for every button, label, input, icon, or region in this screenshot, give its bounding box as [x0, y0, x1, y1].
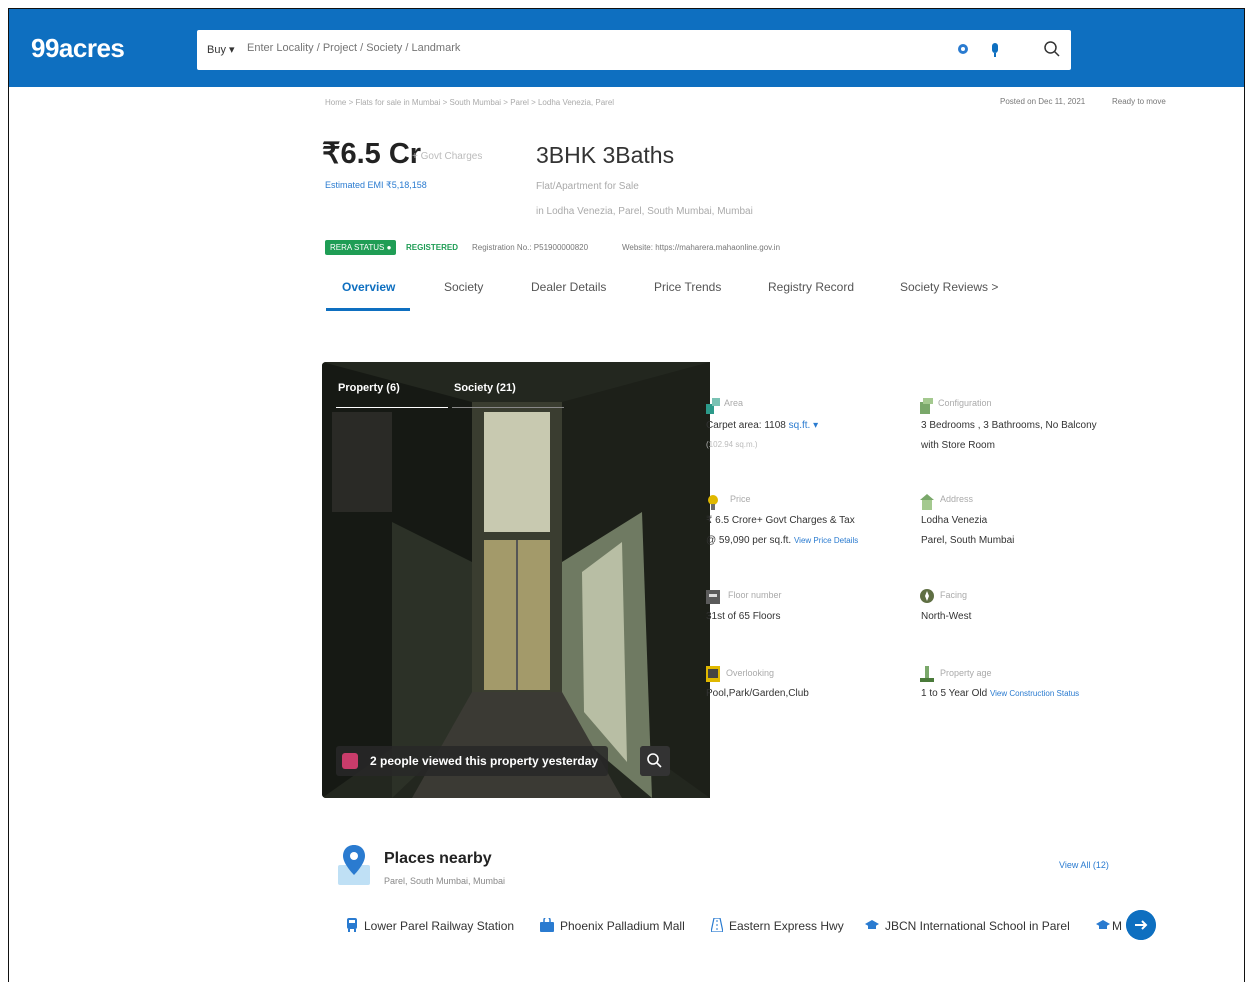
- place-chip-label: M: [1112, 919, 1122, 933]
- listing-type: Flat/Apartment for Sale: [536, 181, 639, 192]
- place-chip-mall[interactable]: Phoenix Palladium Mall: [540, 918, 685, 933]
- place-chip-label: Lower Parel Railway Station: [364, 919, 515, 933]
- property-age-icon: [920, 666, 934, 682]
- rera-registered: REGISTERED: [406, 243, 459, 252]
- map-pin-icon: [338, 845, 370, 885]
- carpet-area: Carpet area: 1108: [706, 420, 786, 431]
- gallery-tab-society[interactable]: Society (21): [454, 382, 516, 394]
- construction-status-link[interactable]: View Construction Status: [990, 689, 1079, 698]
- address-label: Address: [940, 494, 974, 504]
- price-per-sqft: @ 59,090 per sq.ft.: [706, 535, 792, 546]
- rera-status-badge[interactable]: RERA STATUS ●: [325, 240, 397, 255]
- possession-status: Ready to move: [1112, 97, 1166, 106]
- price-label: Price: [730, 494, 751, 504]
- place-chip-railway[interactable]: Lower Parel Railway Station: [346, 918, 514, 933]
- place-chip-label: JBCN International School in Parel: [885, 919, 1070, 933]
- floor-value: 31st of 65 Floors: [706, 611, 781, 622]
- train-icon: [347, 918, 357, 932]
- address-icon: [920, 494, 934, 510]
- price-icon: [708, 495, 718, 510]
- price-note: + Govt Charges: [412, 151, 483, 162]
- graduation-cap-icon: [1096, 920, 1110, 929]
- area-icon: [706, 398, 720, 414]
- shopping-bag-icon: [540, 918, 554, 932]
- gallery-tab-property[interactable]: Property (6): [338, 382, 400, 394]
- property-photo[interactable]: [322, 362, 710, 798]
- listing-price: ₹6.5 Cr: [322, 138, 422, 170]
- address-value-line2: Parel, South Mumbai: [921, 535, 1015, 546]
- emi-link[interactable]: Estimated EMI ₹5,18,158: [325, 180, 427, 191]
- gallery-tab-divider: [452, 407, 564, 408]
- property-age-label: Property age: [940, 668, 992, 678]
- tab-registry-record[interactable]: Registry Record: [768, 280, 854, 294]
- area-sqm: (102.94 sq.m.): [706, 440, 758, 449]
- area-label: Area: [724, 398, 744, 408]
- facing-label: Facing: [940, 590, 968, 600]
- tab-dealer-details[interactable]: Dealer Details: [531, 280, 606, 294]
- tab-price-trends[interactable]: Price Trends: [654, 280, 721, 294]
- rera-website[interactable]: Website: https://maharera.mahaonline.gov…: [622, 243, 780, 252]
- search-icon[interactable]: [1043, 40, 1061, 58]
- area-unit-toggle[interactable]: sq.ft.: [789, 420, 811, 431]
- property-age-text: 1 to 5 Year Old: [921, 688, 988, 699]
- overlooking-label: Overlooking: [726, 668, 775, 678]
- buy-dropdown[interactable]: Buy ▾: [207, 43, 235, 56]
- photo-gallery[interactable]: Property (6) Society (21) 2 people viewe…: [322, 362, 710, 798]
- place-chip-more[interactable]: M: [1096, 918, 1122, 933]
- place-chip-school[interactable]: JBCN International School in Parel: [865, 918, 1070, 933]
- overlooking-icon: [706, 666, 720, 682]
- view-price-details-link[interactable]: View Price Details: [794, 536, 858, 545]
- place-chip-highway[interactable]: Eastern Express Hwy: [711, 918, 844, 933]
- rera-badge-label: RERA STATUS: [330, 243, 385, 252]
- tab-society-reviews[interactable]: Society Reviews >: [900, 280, 998, 294]
- facing-value: North-West: [921, 611, 972, 622]
- floor-icon: [706, 590, 720, 604]
- price-value-line2: @ 59,090 per sq.ft. View Price Details: [706, 535, 858, 546]
- posted-date: Posted on Dec 11, 2021: [1000, 97, 1086, 106]
- breadcrumb[interactable]: Home > Flats for sale in Mumbai > South …: [325, 98, 614, 107]
- listing-title: 3BHK 3Baths: [536, 142, 675, 168]
- site-logo[interactable]: 99acres: [31, 33, 125, 64]
- tab-overview[interactable]: Overview: [342, 280, 395, 294]
- rera-registration-number: Registration No.: P51900000820: [472, 243, 589, 252]
- active-tab-indicator: [326, 308, 410, 311]
- price-value-line1: ₹ 6.5 Crore+ Govt Charges & Tax: [706, 515, 855, 526]
- microphone-icon[interactable]: [989, 42, 1001, 58]
- compass-icon: [920, 589, 934, 603]
- tab-society[interactable]: Society: [444, 280, 483, 294]
- configuration-icon: [920, 398, 933, 414]
- top-navbar: 99acres Buy ▾: [9, 9, 1244, 87]
- view-all-places-link[interactable]: View All (12): [1059, 860, 1109, 870]
- search-input[interactable]: [245, 41, 849, 55]
- place-chip-label: Phoenix Palladium Mall: [560, 919, 685, 933]
- configuration-value-line1: 3 Bedrooms , 3 Bathrooms, No Balcony: [921, 420, 1097, 431]
- road-icon: [711, 918, 723, 932]
- overlooking-value: Pool,Park/Garden,Club: [706, 688, 809, 699]
- configuration-value-line2: with Store Room: [921, 440, 995, 451]
- place-chip-label: Eastern Express Hwy: [729, 919, 844, 933]
- configuration-label: Configuration: [938, 398, 992, 408]
- listing-location: in Lodha Venezia, Parel, South Mumbai, M…: [536, 206, 753, 217]
- info-icon: ●: [386, 243, 392, 252]
- places-nearby-title: Places nearby: [384, 850, 492, 867]
- views-banner: 2 people viewed this property yesterday: [336, 746, 609, 776]
- places-nearby-subtitle: Parel, South Mumbai, Mumbai: [384, 876, 506, 886]
- eye-icon: [342, 753, 358, 769]
- search-bar[interactable]: Buy ▾: [197, 30, 1071, 70]
- zoom-icon[interactable]: [640, 746, 670, 776]
- floor-label: Floor number: [728, 590, 782, 600]
- next-arrow-icon[interactable]: [1126, 910, 1156, 940]
- graduation-cap-icon: [865, 920, 879, 929]
- address-value-line1: Lodha Venezia: [921, 515, 988, 526]
- location-icon[interactable]: [957, 42, 969, 58]
- property-age-value: 1 to 5 Year Old View Construction Status: [921, 688, 1079, 699]
- gallery-tab-underline: [336, 407, 448, 408]
- views-text: 2 people viewed this property yesterday: [370, 754, 599, 768]
- area-value: Carpet area: 1108 sq.ft. ▾: [706, 420, 819, 431]
